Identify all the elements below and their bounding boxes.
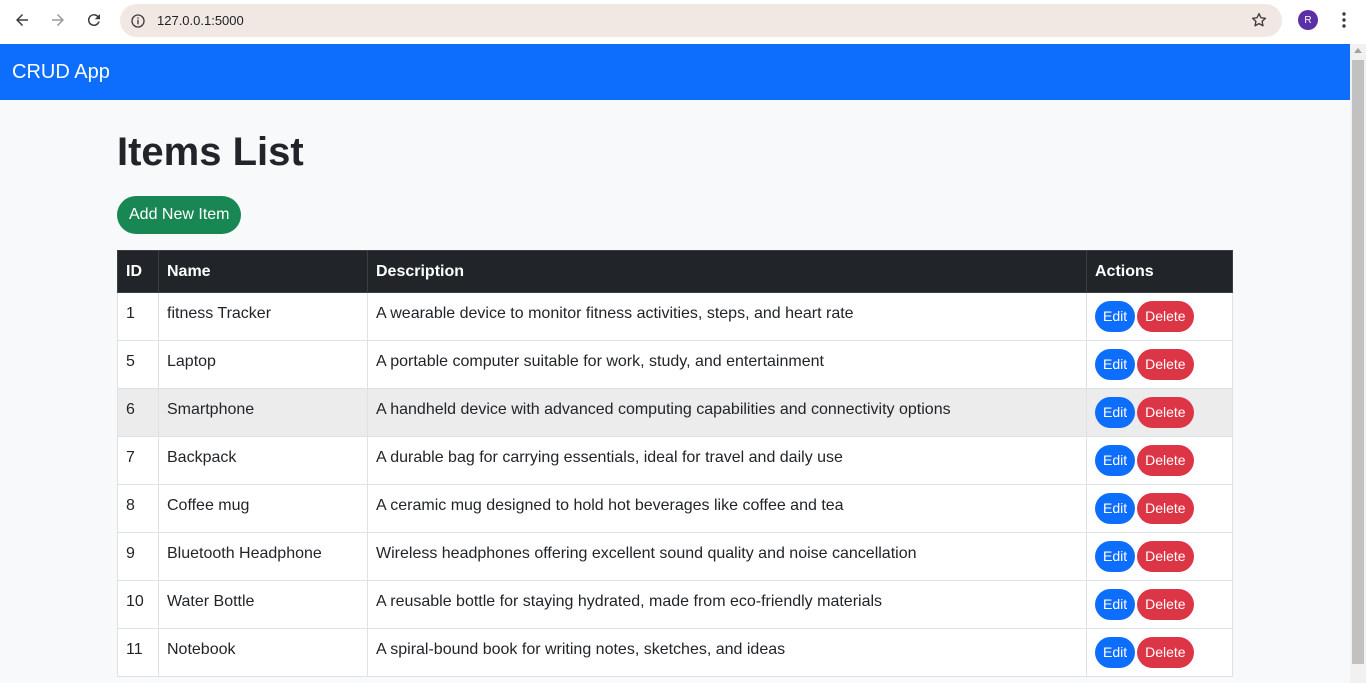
cell-name: Water Bottle (158, 580, 368, 629)
delete-button[interactable]: Delete (1137, 349, 1194, 380)
cell-description: Wireless headphones offering excellent s… (367, 532, 1087, 581)
cell-description: A durable bag for carrying essentials, i… (367, 436, 1087, 485)
info-icon[interactable] (130, 13, 146, 29)
cell-description: A portable computer suitable for work, s… (367, 340, 1087, 389)
app-navbar: CRUD App (0, 44, 1350, 100)
delete-button[interactable]: Delete (1137, 397, 1194, 428)
cell-id: 5 (117, 340, 159, 389)
cell-actions: Edit Delete (1086, 292, 1233, 341)
browser-menu-button[interactable] (1334, 10, 1354, 30)
reload-icon (87, 14, 100, 27)
cell-actions: Edit Delete (1086, 388, 1233, 437)
cell-id: 11 (117, 628, 159, 677)
table-header-row: ID Name Description Actions (117, 250, 1233, 293)
cell-id: 8 (117, 484, 159, 533)
reload-button[interactable] (76, 2, 112, 38)
edit-button[interactable]: Edit (1095, 589, 1136, 620)
url-text[interactable]: 127.0.0.1:5000 (157, 13, 244, 28)
arrow-right-icon (52, 14, 64, 26)
cell-name: Coffee mug (158, 484, 368, 533)
cell-id: 7 (117, 436, 159, 485)
add-new-item-button[interactable]: Add New Item (117, 196, 242, 234)
cell-description: A reusable bottle for staying hydrated, … (367, 580, 1087, 629)
table-row: 6 Smartphone A handheld device with advanc… (117, 388, 1233, 437)
profile-avatar[interactable]: R (1298, 10, 1318, 30)
cell-name: fitness Tracker (158, 292, 368, 341)
column-header-actions: Actions (1086, 250, 1233, 293)
delete-button[interactable]: Delete (1137, 301, 1194, 332)
cell-actions: Edit Delete (1086, 340, 1233, 389)
cell-name: Notebook (158, 628, 368, 677)
delete-button[interactable]: Delete (1137, 589, 1194, 620)
cell-actions: Edit Delete (1086, 436, 1233, 485)
delete-button[interactable]: Delete (1137, 637, 1194, 668)
edit-button[interactable]: Edit (1095, 541, 1136, 572)
cell-actions: Edit Delete (1086, 580, 1233, 629)
cell-description: A spiral-bound book for writing notes, s… (367, 628, 1087, 677)
table-row: 8 Coffee mug A ceramic mug designed to hol… (117, 484, 1233, 533)
delete-button[interactable]: Delete (1137, 493, 1194, 524)
edit-button[interactable]: Edit (1095, 397, 1136, 428)
page-scrollbar[interactable] (1350, 44, 1366, 683)
column-header-description: Description (367, 250, 1087, 293)
cell-description: A ceramic mug designed to hold hot bever… (367, 484, 1087, 533)
table-row: 10 Water Bottle A reusable bottle for stay… (117, 580, 1233, 629)
items-table: ID Name Description Actions 1 fitness Tra… (117, 250, 1233, 677)
main-content: Items List Add New Item ID Name Descript… (117, 100, 1233, 677)
cell-name: Laptop (158, 340, 368, 389)
table-row: 7 Backpack A durable bag for carrying esse… (117, 436, 1233, 485)
back-button[interactable] (4, 2, 40, 38)
cell-name: Backpack (158, 436, 368, 485)
cell-id: 10 (117, 580, 159, 629)
page-title: Items List (117, 130, 304, 174)
cell-id: 9 (117, 532, 159, 581)
browser-toolbar: 127.0.0.1:5000 R (0, 0, 1366, 44)
cell-id: 1 (117, 292, 159, 341)
delete-button[interactable]: Delete (1137, 541, 1194, 572)
cell-actions: Edit Delete (1086, 484, 1233, 533)
cell-name: Bluetooth Headphone (158, 532, 368, 581)
cell-name: Smartphone (158, 388, 368, 437)
edit-button[interactable]: Edit (1095, 301, 1136, 332)
table-row: 5 Laptop A portable computer suitable for … (117, 340, 1233, 389)
cell-id: 6 (117, 388, 159, 437)
edit-button[interactable]: Edit (1095, 637, 1136, 668)
edit-button[interactable]: Edit (1095, 493, 1136, 524)
forward-button[interactable] (40, 2, 76, 38)
table-row: 9 Bluetooth Headphone Wireless headphones … (117, 532, 1233, 581)
navbar-brand[interactable]: CRUD App (12, 61, 110, 84)
cell-actions: Edit Delete (1086, 532, 1233, 581)
edit-button[interactable]: Edit (1095, 445, 1136, 476)
scroll-up-arrow-icon[interactable] (1354, 48, 1362, 53)
cell-description: A wearable device to monitor fitness act… (367, 292, 1087, 341)
scroll-thumb[interactable] (1352, 60, 1364, 664)
more-vertical-icon (1342, 12, 1346, 28)
table-row: 11 Notebook A spiral-bound book for writin… (117, 628, 1233, 677)
cell-description: A handheld device with advanced computin… (367, 388, 1087, 437)
column-header-id: ID (117, 250, 159, 293)
table-row: 1 fitness Tracker A wearable device to mon… (117, 292, 1233, 341)
arrow-left-icon (16, 14, 28, 26)
column-header-name: Name (158, 250, 368, 293)
address-bar[interactable]: 127.0.0.1:5000 (120, 4, 1282, 37)
bookmark-star-icon[interactable] (1250, 11, 1268, 29)
edit-button[interactable]: Edit (1095, 349, 1136, 380)
delete-button[interactable]: Delete (1137, 445, 1194, 476)
cell-actions: Edit Delete (1086, 628, 1233, 677)
